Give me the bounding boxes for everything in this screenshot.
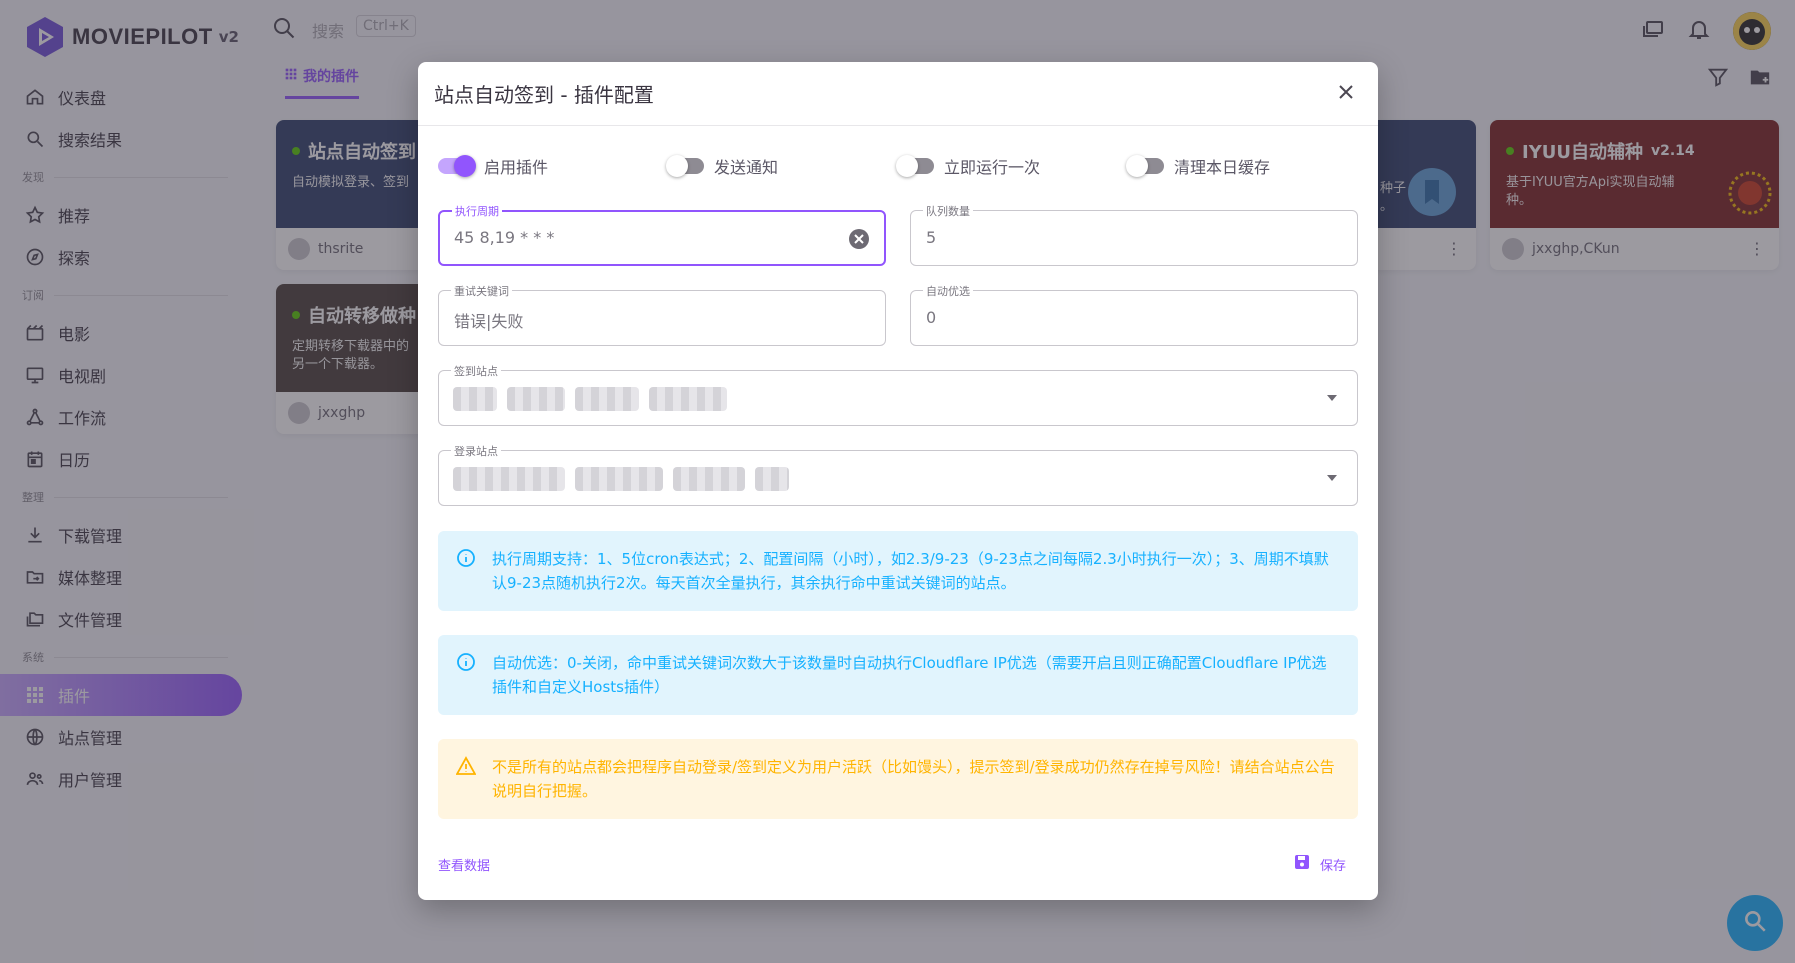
- site-chip[interactable]: [453, 387, 497, 411]
- save-icon: [1294, 854, 1310, 874]
- toggle-label: 立即运行一次: [944, 158, 1041, 177]
- site-chip[interactable]: [575, 467, 663, 491]
- cron-field[interactable]: 执行周期 45 8,19 * * *: [438, 203, 886, 266]
- field-label: 队列数量: [923, 203, 973, 219]
- risk-warning-alert: 不是所有的站点都会把程序自动登录/签到定义为用户活跃（比如馒头），提示签到/登录…: [438, 739, 1358, 819]
- plugin-config-dialog: 站点自动签到 - 插件配置 启用插件 发送通知 立即运行一次 清理本日缓存 执行…: [418, 62, 1378, 900]
- run-once-toggle[interactable]: 立即运行一次: [896, 154, 1128, 178]
- toggle-switch[interactable]: [438, 155, 476, 177]
- field-label: 执行周期: [452, 203, 502, 219]
- close-button[interactable]: [1334, 82, 1358, 106]
- close-icon: [1338, 84, 1354, 104]
- field-label: 自动优选: [923, 283, 973, 299]
- alert-text: 自动优选：0-关闭，命中重试关键词次数大于该数量时自动执行Cloudflare …: [492, 654, 1327, 696]
- site-chip[interactable]: [673, 467, 745, 491]
- toggle-switch[interactable]: [666, 155, 704, 177]
- toggle-switch[interactable]: [1126, 155, 1164, 177]
- clear-icon[interactable]: [848, 228, 870, 250]
- dialog-title: 站点自动签到 - 插件配置: [434, 83, 654, 107]
- toggle-label: 启用插件: [484, 158, 549, 177]
- enable-plugin-toggle[interactable]: 启用插件: [438, 154, 668, 178]
- sign-sites-select[interactable]: 签到站点: [438, 363, 1358, 426]
- switch-row: 启用插件 发送通知 立即运行一次 清理本日缓存: [438, 154, 1358, 178]
- login-sites-select[interactable]: 登录站点: [438, 443, 1358, 506]
- auto-optimize-field[interactable]: 自动优选 0: [910, 283, 1358, 346]
- site-chip[interactable]: [755, 467, 789, 491]
- site-chip[interactable]: [507, 387, 565, 411]
- site-chip[interactable]: [575, 387, 639, 411]
- clear-cache-toggle[interactable]: 清理本日缓存: [1126, 154, 1358, 178]
- site-chip[interactable]: [453, 467, 565, 491]
- cron-info-alert: 执行周期支持：1、5位cron表达式；2、配置间隔（小时），如2.3/9-23（…: [438, 531, 1358, 611]
- toggle-label: 发送通知: [714, 158, 779, 177]
- dialog-header: 站点自动签到 - 插件配置: [418, 62, 1378, 126]
- save-button[interactable]: 保存: [1294, 854, 1346, 874]
- retry-keywords-field[interactable]: 重试关键词 错误|失败: [438, 283, 886, 346]
- field-label: 重试关键词: [451, 283, 512, 299]
- save-label: 保存: [1319, 858, 1346, 874]
- info-icon: [456, 548, 478, 570]
- auto-optimize-info-alert: 自动优选：0-关闭，命中重试关键词次数大于该数量时自动执行Cloudflare …: [438, 635, 1358, 715]
- alert-text: 执行周期支持：1、5位cron表达式；2、配置间隔（小时），如2.3/9-23（…: [492, 550, 1329, 592]
- info-icon: [456, 652, 478, 674]
- selected-sites-chips: [453, 467, 789, 491]
- chevron-down-icon[interactable]: [1327, 395, 1337, 401]
- selected-sites-chips: [453, 387, 727, 411]
- alert-text: 不是所有的站点都会把程序自动登录/签到定义为用户活跃（比如馒头），提示签到/登录…: [492, 758, 1335, 800]
- view-data-button[interactable]: 查看数据: [438, 855, 490, 874]
- field-label: 登录站点: [451, 443, 501, 459]
- retry-keywords-input[interactable]: 错误|失败: [454, 308, 523, 332]
- site-chip[interactable]: [649, 387, 727, 411]
- toggle-switch[interactable]: [896, 155, 934, 177]
- toggle-label: 清理本日缓存: [1174, 158, 1271, 177]
- send-notify-toggle[interactable]: 发送通知: [666, 154, 898, 178]
- queue-input[interactable]: 5: [926, 228, 936, 247]
- field-label: 签到站点: [451, 363, 501, 379]
- chevron-down-icon[interactable]: [1327, 475, 1337, 481]
- warning-icon: [455, 756, 478, 778]
- queue-field[interactable]: 队列数量 5: [910, 203, 1358, 266]
- cron-input[interactable]: 45 8,19 * * *: [454, 228, 554, 247]
- auto-optimize-input[interactable]: 0: [926, 308, 936, 327]
